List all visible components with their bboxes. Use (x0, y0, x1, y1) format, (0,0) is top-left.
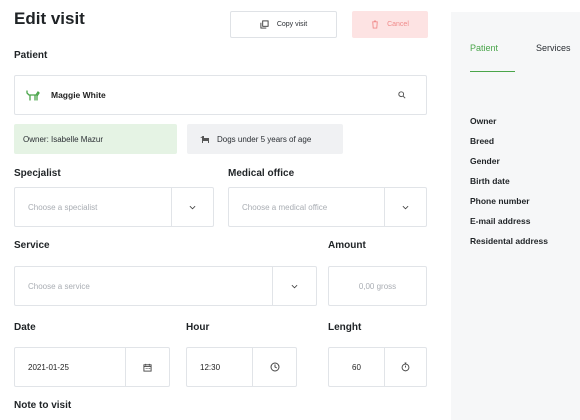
owner-chip: Owner: Isabelle Mazur (14, 124, 177, 154)
cancel-label: Cancel (387, 21, 409, 28)
chevron-down-icon[interactable] (171, 188, 213, 226)
copy-icon (260, 20, 269, 29)
tab-services[interactable]: Services (536, 43, 571, 53)
dog-icon (199, 134, 211, 144)
info-birth-date: Birth date (470, 176, 510, 186)
info-residental-address: Residental address (470, 236, 548, 246)
tab-patient-underline (470, 71, 515, 72)
amount-placeholder: 0,00 gross (358, 281, 397, 291)
amount-input[interactable]: 0,00 gross (328, 266, 427, 306)
dog-icon (15, 89, 40, 101)
length-label: Lenght (328, 322, 362, 333)
trash-icon (371, 20, 379, 29)
info-owner: Owner (470, 116, 497, 126)
specialist-label: Specjalist (14, 168, 61, 179)
amount-label: Amount (328, 240, 366, 251)
info-phone-number: Phone number (470, 196, 530, 206)
specialist-select[interactable]: Choose a specialist (14, 187, 214, 227)
hour-value: 12:30 (200, 362, 221, 372)
chevron-down-icon[interactable] (384, 188, 426, 226)
hour-input[interactable]: 12:30 (186, 347, 297, 387)
info-gender: Gender (470, 156, 500, 166)
medical-office-label: Medical office (228, 168, 295, 179)
tab-patient[interactable]: Patient (470, 43, 498, 53)
group-chip-label: Dogs under 5 years of age (217, 134, 312, 144)
service-label: Service (14, 240, 50, 251)
service-select[interactable]: Choose a service (14, 266, 317, 306)
patient-field[interactable]: Maggie White (14, 75, 427, 115)
date-input[interactable]: 2021-01-25 (14, 347, 170, 387)
clock-icon[interactable] (252, 348, 296, 386)
date-label: Date (14, 322, 36, 333)
medical-office-select[interactable]: Choose a medical office (228, 187, 427, 227)
search-icon[interactable] (398, 91, 426, 99)
medical-office-placeholder: Choose a medical office (242, 202, 328, 212)
stopwatch-icon[interactable] (384, 348, 426, 386)
service-placeholder: Choose a service (28, 281, 90, 291)
length-value: 60 (352, 362, 361, 372)
info-email-address: E-mail address (470, 216, 531, 226)
patient-label: Patient (14, 50, 48, 61)
hour-label: Hour (186, 322, 210, 333)
chevron-down-icon[interactable] (272, 267, 316, 305)
length-input[interactable]: 60 (328, 347, 427, 387)
page-title: Edit visit (14, 9, 85, 28)
specialist-placeholder: Choose a specialist (28, 202, 98, 212)
patient-name: Maggie White (51, 90, 106, 100)
copy-visit-label: Copy visit (276, 21, 308, 28)
group-chip: Dogs under 5 years of age (187, 124, 343, 154)
cancel-button[interactable]: Cancel (352, 11, 428, 38)
info-breed: Breed (470, 136, 495, 146)
calendar-icon[interactable] (125, 348, 169, 386)
date-value: 2021-01-25 (28, 362, 69, 372)
copy-visit-button[interactable]: Copy visit (230, 11, 337, 38)
owner-chip-label: Owner: Isabelle Mazur (23, 134, 104, 144)
note-label: Note to visit (14, 400, 72, 411)
